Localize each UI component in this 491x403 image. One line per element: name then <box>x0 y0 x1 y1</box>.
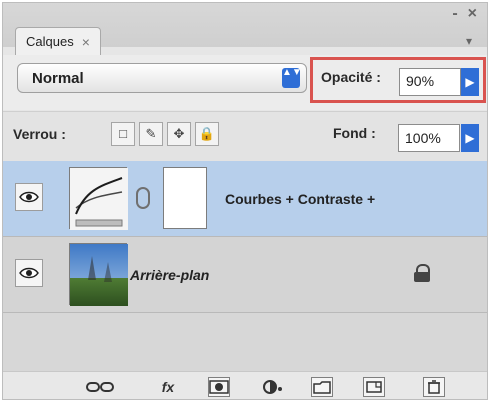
lock-body <box>414 272 430 282</box>
visibility-eye-icon[interactable] <box>15 183 43 211</box>
opacity-label: Opacité : <box>321 69 381 85</box>
fill-input[interactable]: 100% <box>398 124 460 152</box>
lock-all-button[interactable]: 🔒 <box>195 122 219 146</box>
minimize-button[interactable]: - <box>452 5 457 23</box>
opacity-value: 90% <box>406 73 435 89</box>
create-new-layer-icon[interactable] <box>363 377 385 397</box>
close-button[interactable]: × <box>468 5 477 23</box>
blend-mode-value: Normal <box>32 70 84 87</box>
opacity-input[interactable]: 90% <box>399 68 461 96</box>
panel-menu-button[interactable]: ▾ <box>461 33 477 49</box>
lock-position-button[interactable]: ✥ <box>167 122 191 146</box>
layer-mask-thumbnail[interactable] <box>163 167 207 229</box>
add-layer-mask-icon[interactable] <box>208 377 230 397</box>
curves-adjustment-thumbnail[interactable] <box>69 167 128 230</box>
link-layers-icon[interactable] <box>85 377 115 397</box>
layers-list: Courbes + Contraste + Arrière-plan <box>3 161 487 371</box>
delete-layer-trash-icon[interactable] <box>423 377 445 397</box>
layer-row[interactable]: Courbes + Contraste + <box>3 161 487 237</box>
panel-titlebar: Calques × - × ▾ <box>3 3 487 55</box>
layers-bottom-toolbar: fx <box>3 371 487 399</box>
create-adjustment-layer-icon[interactable] <box>258 377 288 397</box>
layer-name: Arrière-plan <box>130 267 210 283</box>
lock-label: Verrou : <box>13 126 66 142</box>
tab-label: Calques <box>26 34 74 49</box>
window-controls: - × <box>452 5 477 23</box>
blend-mode-arrows-icon[interactable]: ▲▼ <box>282 68 302 88</box>
blend-mode-select[interactable]: Normal ▲▼ <box>17 63 307 93</box>
layers-panel: Calques × - × ▾ Normal ▲▼ Opacité : 90% … <box>2 2 488 400</box>
visibility-eye-icon[interactable] <box>15 259 43 287</box>
fill-value: 100% <box>405 130 441 146</box>
lock-transparent-pixels-button[interactable]: □ <box>111 122 135 146</box>
layer-row[interactable]: Arrière-plan <box>3 237 487 313</box>
layer-name: Courbes + Contraste + <box>225 191 376 207</box>
fx-icon[interactable]: fx <box>153 377 183 397</box>
opacity-slider-arrow-icon[interactable]: ▶ <box>461 68 479 96</box>
create-group-icon[interactable] <box>311 377 333 397</box>
tab-close-icon[interactable]: × <box>82 34 90 50</box>
fill-slider-arrow-icon[interactable]: ▶ <box>461 124 479 152</box>
mask-link-icon[interactable] <box>136 187 150 209</box>
tab-calques[interactable]: Calques × <box>15 27 101 55</box>
background-image-thumbnail[interactable] <box>69 243 128 306</box>
fill-label: Fond : <box>333 125 376 141</box>
lock-icon <box>413 264 431 282</box>
lock-fill-row: Verrou : □ ✎ ✥ 🔒 Fond : 100% ▶ <box>3 111 487 163</box>
blend-opacity-row: Normal ▲▼ Opacité : 90% ▶ <box>3 55 487 110</box>
lock-image-pixels-button[interactable]: ✎ <box>139 122 163 146</box>
